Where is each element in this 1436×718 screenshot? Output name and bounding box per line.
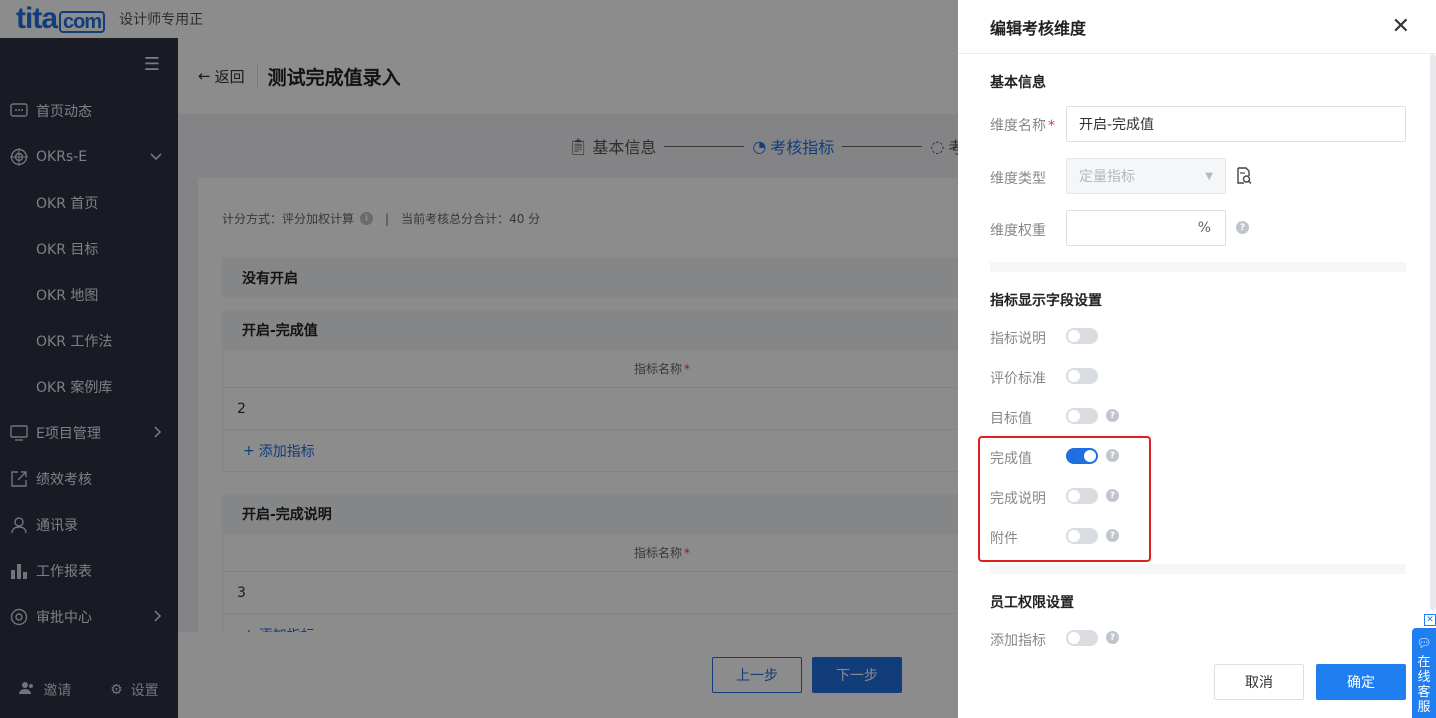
drawer-title: 编辑考核维度 bbox=[990, 18, 1087, 38]
fields-settings-title: 指标显示字段设置 bbox=[990, 293, 1102, 309]
index-desc-toggle[interactable] bbox=[1066, 328, 1098, 344]
doc-search-icon[interactable] bbox=[1236, 167, 1252, 189]
toggle-label: 目标值 bbox=[990, 411, 1032, 427]
dimension-name-input[interactable]: 开启-完成值 bbox=[1066, 106, 1406, 142]
dimension-type-label: 维度类型 bbox=[990, 171, 1046, 187]
criteria-toggle[interactable] bbox=[1066, 368, 1098, 384]
service-char: 服 bbox=[1417, 700, 1431, 715]
select-value: 定量指标 bbox=[1079, 169, 1135, 185]
cancel-button[interactable]: 取消 bbox=[1214, 664, 1304, 700]
drawer-footer: 取消 确定 bbox=[958, 646, 1436, 718]
section-divider bbox=[990, 262, 1406, 272]
dimension-name-label: 维度名称 * bbox=[990, 115, 1055, 135]
dimension-weight-input[interactable]: % bbox=[1066, 210, 1226, 246]
target-value-toggle[interactable] bbox=[1066, 408, 1098, 424]
modal-overlay[interactable] bbox=[0, 0, 958, 718]
close-icon[interactable]: ✕ bbox=[1392, 14, 1410, 39]
add-index-permission-toggle[interactable] bbox=[1066, 630, 1098, 646]
permission-title: 员工权限设置 bbox=[990, 595, 1074, 611]
help-icon[interactable]: ? bbox=[1106, 409, 1119, 422]
basic-info-title: 基本信息 bbox=[990, 75, 1046, 91]
dimension-weight-label: 维度权重 bbox=[990, 223, 1046, 239]
caret-down-icon: ▼ bbox=[1205, 170, 1213, 182]
section-divider bbox=[990, 564, 1406, 574]
service-char: 线 bbox=[1417, 670, 1431, 685]
confirm-button[interactable]: 确定 bbox=[1316, 664, 1406, 700]
toggle-label: 指标说明 bbox=[990, 331, 1046, 347]
dimension-type-select[interactable]: 定量指标 ▼ bbox=[1066, 158, 1226, 194]
online-service-button[interactable]: 💬︎ 在 线 客 服 bbox=[1412, 628, 1436, 718]
help-icon[interactable]: ? bbox=[1236, 221, 1249, 234]
help-icon[interactable]: ? bbox=[1106, 631, 1119, 644]
percent-unit: % bbox=[1197, 220, 1211, 236]
service-char: 在 bbox=[1417, 655, 1431, 670]
drawer-header: 编辑考核维度 ✕ bbox=[958, 0, 1436, 54]
label-text: 维度名称 bbox=[990, 118, 1046, 134]
scroll-thumb[interactable] bbox=[1430, 54, 1436, 610]
edit-dimension-drawer: 编辑考核维度 ✕ 基本信息 维度名称 * 开启-完成值 维度类型 定量指标 ▼ 维… bbox=[958, 0, 1436, 718]
close-icon[interactable]: ✕ bbox=[1424, 614, 1436, 626]
toggle-label: 评价标准 bbox=[990, 371, 1046, 387]
drawer-scrollbar[interactable] bbox=[1430, 54, 1436, 610]
chat-bubble-icon: 💬︎ bbox=[1416, 636, 1432, 650]
service-char: 客 bbox=[1417, 685, 1431, 700]
highlight-annotation bbox=[978, 436, 1151, 562]
required-mark: * bbox=[1048, 118, 1055, 134]
